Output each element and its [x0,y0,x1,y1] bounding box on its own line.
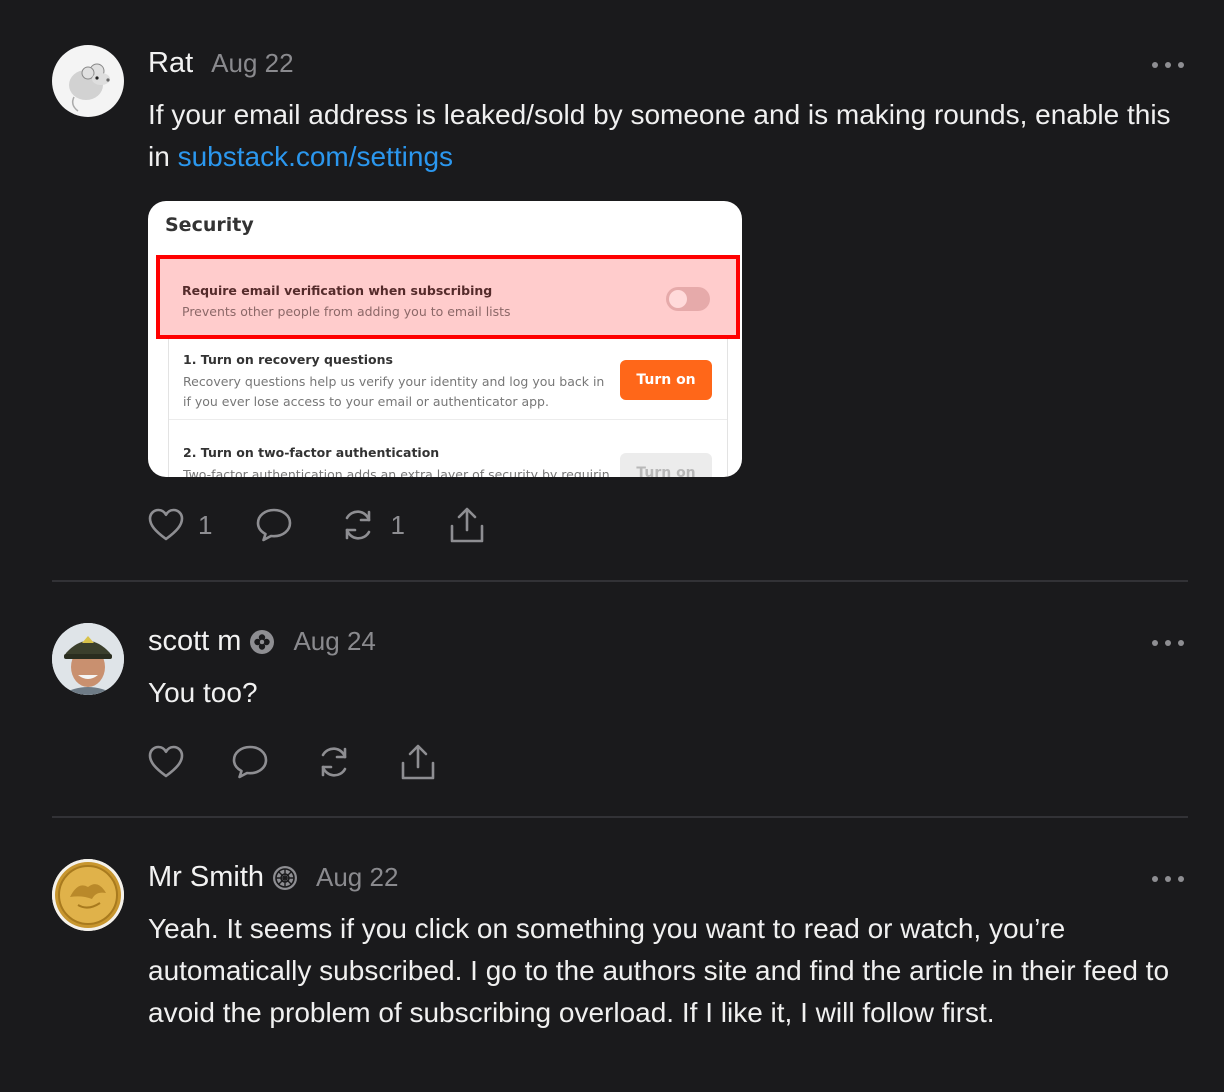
more-options-button[interactable] [1152,59,1184,71]
divider [169,419,727,420]
author-name[interactable]: Rat [148,47,193,80]
speech-bubble-icon [232,745,268,779]
profile-photo-icon [52,623,124,695]
author-name[interactable]: scott m [148,625,241,658]
email-verification-title: Require email verification when subscrib… [182,283,493,298]
repeat-icon [346,510,371,540]
like-count: 1 [198,509,213,540]
two-factor-title: 2. Turn on two-factor authentication [183,445,440,460]
like-button[interactable]: 1 [148,508,212,542]
comment-header: Rat Aug 22 [148,47,294,80]
more-options-button[interactable] [1152,873,1184,885]
screenshot-title: Security [165,214,254,236]
ellipsis-icon [1152,640,1158,646]
email-verification-toggle [666,287,710,311]
comment-header: scott m Aug 24 [148,625,376,658]
comment-body: Yeah. It seems if you click on something… [148,913,1170,1028]
settings-link[interactable]: substack.com/settings [178,141,453,172]
author-name[interactable]: Mr Smith [148,861,264,894]
comment-body: If your email address is leaked/sold by … [148,94,1198,178]
subscriber-badge-icon [272,865,298,891]
reply-button[interactable] [256,507,292,543]
comment-date[interactable]: Aug 24 [293,626,375,657]
comment-date[interactable]: Aug 22 [316,862,398,893]
security-steps-panel: 1. Turn on recovery questions Recovery q… [168,339,728,477]
two-factor-description: Two-factor authentication adds an extra … [183,467,609,477]
avatar[interactable] [52,45,124,117]
email-verification-row: Require email verification when subscrib… [156,255,740,339]
rat-avatar-icon [69,63,110,112]
ellipsis-icon [1152,876,1158,882]
avatar[interactable] [52,623,124,695]
turn-on-two-factor-button: Turn on [620,453,712,477]
comment-date[interactable]: Aug 22 [211,48,293,79]
avatar[interactable] [52,859,124,931]
toggle-knob [669,290,687,308]
subscriber-badge-icon [249,629,275,655]
more-options-button[interactable] [1152,637,1184,649]
heart-icon [148,508,184,541]
recovery-questions-description: Recovery questions help us verify your i… [183,374,605,409]
restack-button[interactable]: 1 [340,507,405,543]
restack-button[interactable] [316,744,352,780]
share-icon [450,507,484,543]
repeat-icon [321,747,347,777]
share-button[interactable] [400,743,436,781]
reply-button[interactable] [232,744,268,780]
like-button[interactable] [148,745,184,779]
comment-mr-smith: Mr Smith Aug 22 Yeah. It seems if you cl… [0,818,1224,1092]
share-button[interactable] [449,506,485,544]
attached-image[interactable]: Security Require email verification when… [148,201,742,477]
comment-scott-m: scott m Aug 24 You too? [0,582,1224,816]
email-verification-subtitle: Prevents other people from adding you to… [182,304,511,319]
recovery-questions-title: 1. Turn on recovery questions [183,352,393,367]
turn-on-recovery-button: Turn on [620,360,712,400]
comment-rat: Rat Aug 22 If your email address is leak… [0,0,1224,580]
ellipsis-icon [1152,62,1158,68]
restack-count: 1 [390,509,405,540]
share-icon [401,744,435,780]
comment-header: Mr Smith Aug 22 [148,861,398,894]
heart-icon [148,745,184,778]
gold-coin-avatar-icon [52,859,124,931]
comment-actions: 1 1 [148,505,485,545]
comment-body: You too? [148,677,258,708]
speech-bubble-icon [257,508,292,542]
comment-actions [148,742,436,782]
